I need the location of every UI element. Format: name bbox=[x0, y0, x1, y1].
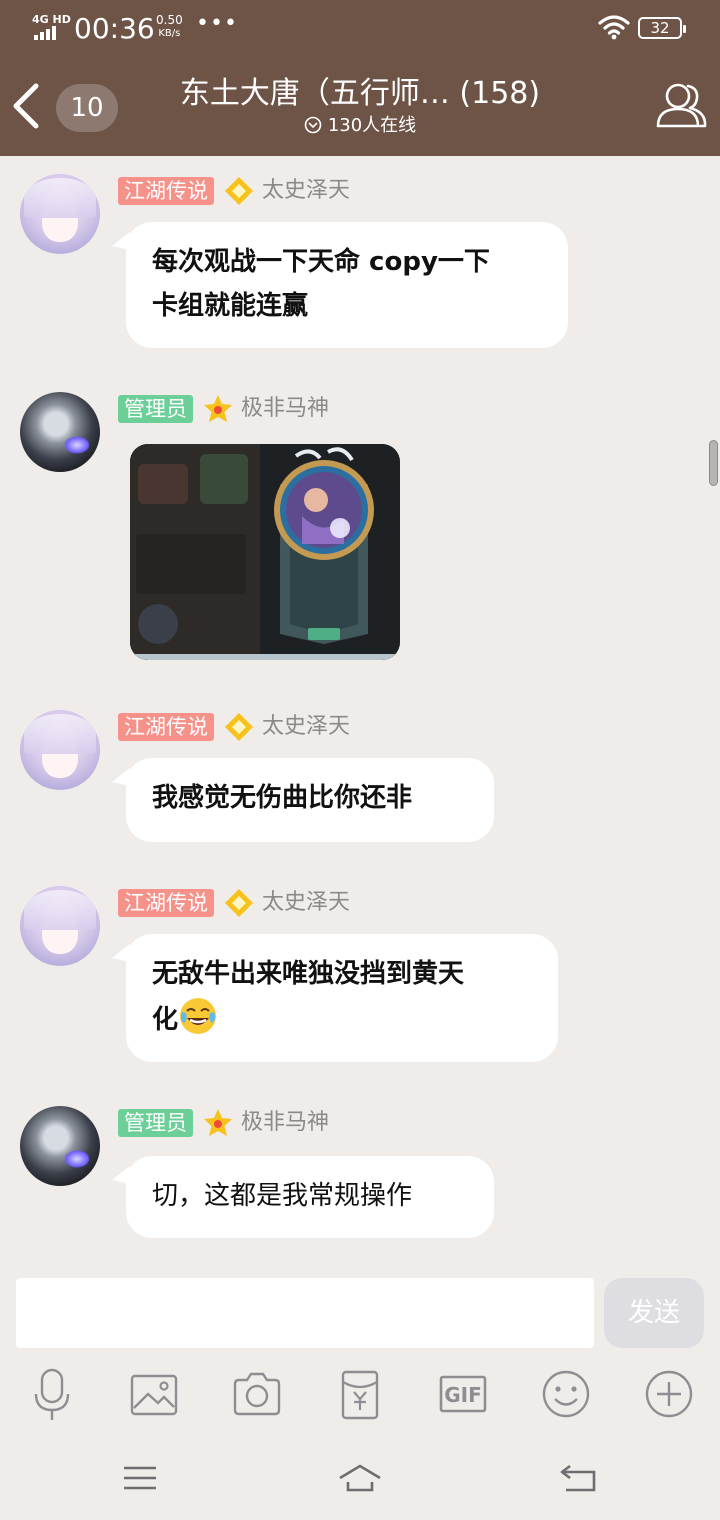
back-arrow-icon[interactable] bbox=[8, 78, 48, 134]
menu-icon[interactable] bbox=[118, 1458, 162, 1498]
admin-tag: 管理员 bbox=[118, 395, 193, 423]
input-toolbar: GIF bbox=[0, 1366, 720, 1426]
sender-name[interactable]: 极非马神 bbox=[241, 1108, 329, 1138]
sender-meta: 江湖传说 太史泽天 bbox=[118, 176, 350, 206]
sender-name[interactable]: 太史泽天 bbox=[262, 888, 350, 918]
message-bubble[interactable]: 每次观战一下天命 copy一下 卡组就能连赢 bbox=[112, 222, 568, 348]
rank-star-icon bbox=[204, 395, 232, 422]
message-text: 切，这都是我常规操作 bbox=[152, 1181, 413, 1211]
avatar[interactable] bbox=[20, 886, 100, 966]
image-icon[interactable] bbox=[126, 1366, 182, 1422]
group-title[interactable]: 东土大唐（五行师… (158) bbox=[120, 74, 600, 114]
wifi-icon bbox=[598, 15, 630, 40]
plus-icon[interactable] bbox=[641, 1366, 697, 1422]
home-icon[interactable] bbox=[338, 1458, 382, 1498]
message-text-line: 卡组就能连赢 bbox=[152, 291, 309, 321]
message-text-line: 无敌牛出来唯独没挡到黄天 bbox=[152, 959, 465, 989]
status-bar: 4G HD 00:36 0.50 KB/s ••• 32 bbox=[0, 0, 720, 56]
level-tag: 江湖传说 bbox=[118, 889, 214, 917]
message-bubble[interactable]: 切，这都是我常规操作 bbox=[112, 1156, 494, 1238]
message-text-line: 每次观战一下天命 copy一下 bbox=[152, 247, 490, 277]
sender-meta: 江湖传说 太史泽天 bbox=[118, 888, 350, 918]
top-bar: 4G HD 00:36 0.50 KB/s ••• 32 10 东土大唐（五行师… bbox=[0, 0, 720, 156]
sender-name[interactable]: 极非马神 bbox=[241, 394, 329, 424]
sender-meta: 管理员 极非马神 bbox=[118, 1108, 329, 1138]
network-speed: 0.50 KB/s bbox=[156, 14, 183, 40]
online-count[interactable]: 130人在线 bbox=[120, 113, 600, 139]
system-nav-bar bbox=[0, 1440, 720, 1520]
speed-unit: KB/s bbox=[158, 28, 181, 39]
message-bubble[interactable]: 无敌牛出来唯独没挡到黄天 化 bbox=[112, 934, 558, 1062]
group-members-icon[interactable] bbox=[652, 76, 710, 134]
camera-icon[interactable] bbox=[229, 1366, 285, 1422]
sender-meta: 江湖传说 太史泽天 bbox=[118, 712, 350, 742]
rank-star-icon bbox=[225, 177, 253, 205]
sender-name[interactable]: 太史泽天 bbox=[262, 712, 350, 742]
online-text: 130人在线 bbox=[327, 115, 417, 136]
avatar[interactable] bbox=[20, 1106, 100, 1186]
message-text-line: 化 bbox=[152, 996, 532, 1042]
more-notifications: ••• bbox=[196, 11, 238, 36]
game-screenshot-image[interactable] bbox=[130, 444, 400, 660]
microphone-icon[interactable] bbox=[24, 1366, 80, 1422]
emoji-icon[interactable] bbox=[538, 1366, 594, 1422]
message-text: 我感觉无伤曲比你还非 bbox=[152, 783, 413, 813]
gif-icon[interactable]: GIF bbox=[435, 1366, 491, 1422]
level-tag: 江湖传说 bbox=[118, 177, 214, 205]
chevron-down-circle-icon bbox=[304, 116, 322, 134]
avatar[interactable] bbox=[20, 174, 100, 254]
sender-meta: 管理员 极非马神 bbox=[118, 394, 329, 424]
signal-icon bbox=[34, 24, 62, 40]
avatar[interactable] bbox=[20, 710, 100, 790]
scrollbar[interactable] bbox=[709, 440, 718, 486]
admin-tag: 管理员 bbox=[118, 1109, 193, 1137]
svg-text:GIF: GIF bbox=[444, 1383, 482, 1407]
unread-count-badge[interactable]: 10 bbox=[56, 84, 118, 132]
back-icon[interactable] bbox=[558, 1458, 602, 1498]
rank-star-icon bbox=[225, 889, 253, 917]
send-button[interactable]: 发送 bbox=[604, 1278, 704, 1348]
message-text-tail: 化 bbox=[152, 1005, 179, 1035]
rank-star-icon bbox=[204, 1109, 232, 1136]
speed-value: 0.50 bbox=[156, 13, 183, 27]
tears-of-joy-emoji-icon bbox=[180, 998, 217, 1034]
clock: 00:36 bbox=[74, 12, 155, 45]
message-bubble[interactable]: 我感觉无伤曲比你还非 bbox=[112, 758, 494, 842]
level-tag: 江湖传说 bbox=[118, 713, 214, 741]
rank-star-icon bbox=[225, 713, 253, 741]
avatar[interactable] bbox=[20, 392, 100, 472]
sender-name[interactable]: 太史泽天 bbox=[262, 176, 350, 206]
battery-indicator: 32 bbox=[638, 17, 686, 39]
message-input[interactable] bbox=[16, 1278, 594, 1348]
red-packet-icon[interactable] bbox=[332, 1366, 388, 1422]
